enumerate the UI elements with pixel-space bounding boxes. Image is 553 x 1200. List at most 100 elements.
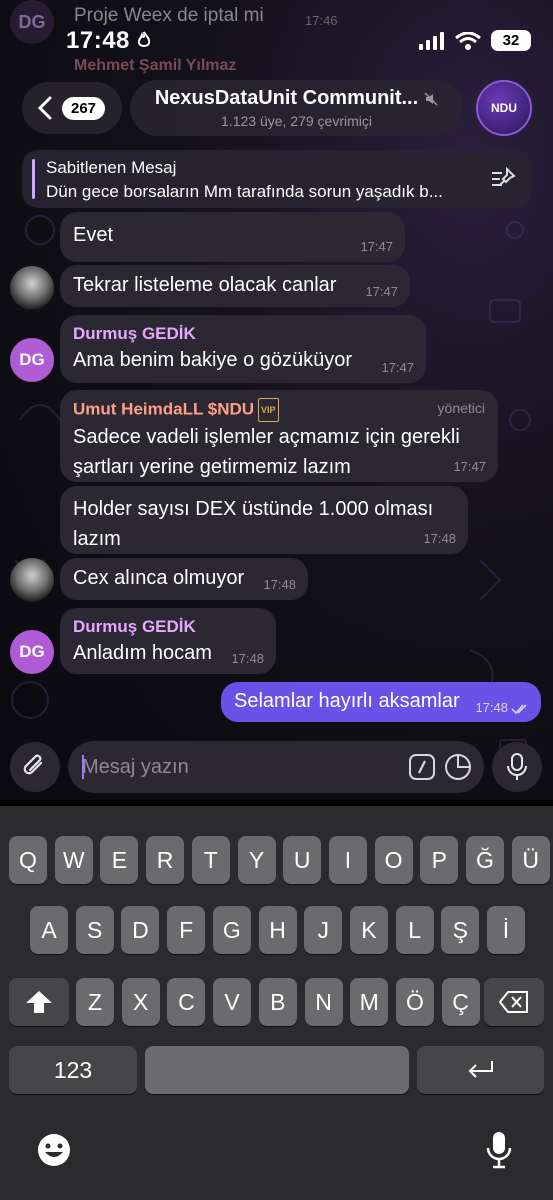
return-icon xyxy=(468,1061,493,1078)
sticker-icon[interactable] xyxy=(444,753,472,781)
signal-icon xyxy=(419,31,444,50)
message-text: Sadece vadeli işlemler açmamız için gere… xyxy=(73,422,485,482)
emoji-icon[interactable] xyxy=(36,1132,72,1168)
key-e[interactable]: E xyxy=(100,836,139,884)
pinned-label: Sabitlenen Mesaj xyxy=(46,158,177,177)
message-bubble[interactable]: Umut HeimdaLL $NDU VIP yönetici Sadece va… xyxy=(60,390,498,482)
message-sender[interactable]: Durmuş GEDİK xyxy=(73,323,413,345)
key-y[interactable]: Y xyxy=(237,836,276,884)
key-ğ[interactable]: Ğ xyxy=(466,836,504,884)
key-b[interactable]: B xyxy=(258,978,297,1026)
shift-arrow-icon xyxy=(26,991,52,1013)
key-ş[interactable]: Ş xyxy=(441,906,480,954)
key-a[interactable]: A xyxy=(30,906,68,954)
chevron-left-icon xyxy=(37,96,52,120)
message-bubble[interactable]: Holder sayısı DEX üstünde 1.000 olması l… xyxy=(60,486,468,554)
battery-indicator: 32 xyxy=(491,30,531,51)
message-line: Sadece vadeli işlemler açmamız için gere… xyxy=(73,426,460,448)
message-line: lazım xyxy=(73,528,121,550)
microphone-icon xyxy=(507,753,527,780)
pinned-message[interactable]: Sabitlenen Mesaj Dün gece borsaların Mm … xyxy=(22,150,532,208)
dictation-icon[interactable] xyxy=(486,1130,512,1170)
microphone-button[interactable] xyxy=(492,742,542,792)
key-p[interactable]: P xyxy=(420,836,459,884)
message-text: Evet xyxy=(73,224,114,246)
key-ö[interactable]: Ö xyxy=(395,978,434,1026)
chat-title-bar[interactable]: NexusDataUnit Communit... 1.123 üye, 279… xyxy=(130,80,463,136)
key-k[interactable]: K xyxy=(349,906,388,954)
message-line: Holder sayısı DEX üstünde 1.000 olması xyxy=(73,498,434,520)
key-m[interactable]: M xyxy=(350,978,389,1026)
group-avatar[interactable]: NDU xyxy=(476,80,532,136)
key-w[interactable]: W xyxy=(54,836,93,884)
key-t[interactable]: T xyxy=(191,836,230,884)
key-d[interactable]: D xyxy=(121,906,160,954)
key-v[interactable]: V xyxy=(213,978,252,1026)
pin-list-icon[interactable] xyxy=(490,167,516,191)
key-f[interactable]: F xyxy=(167,906,206,954)
paperclip-icon xyxy=(23,754,43,775)
avatar[interactable] xyxy=(10,558,54,602)
message-time: 17:48 xyxy=(423,531,456,546)
message-time: 17:47 xyxy=(381,360,414,375)
message-input-field[interactable] xyxy=(68,741,484,793)
shift-key[interactable] xyxy=(9,978,69,1026)
clock: 17:48 xyxy=(66,27,130,54)
attach-button[interactable] xyxy=(10,742,60,792)
flame-icon xyxy=(137,31,151,47)
avatar[interactable]: DG xyxy=(10,630,54,674)
return-key[interactable] xyxy=(417,1046,544,1094)
message-sender[interactable]: Umut HeimdaLL $NDU VIP xyxy=(73,398,485,422)
pinned-indicator-bar xyxy=(32,159,35,199)
unread-count-badge: 267 xyxy=(62,96,106,120)
key-n[interactable]: N xyxy=(304,978,343,1026)
key-ü[interactable]: Ü xyxy=(511,836,550,884)
message-text: Cex alınca olmuyor xyxy=(73,567,245,589)
double-check-icon xyxy=(511,703,527,714)
message-time: 17:47 xyxy=(453,459,486,474)
vip-badge: VIP xyxy=(258,398,279,422)
keyboard-bottom-bar xyxy=(0,1108,553,1200)
space-key[interactable] xyxy=(145,1046,409,1094)
sender-name: Umut HeimdaLL $NDU xyxy=(73,399,255,419)
key-z[interactable]: Z xyxy=(76,978,114,1026)
back-button[interactable]: 267 xyxy=(22,82,122,134)
outgoing-message-bubble[interactable]: Selamlar hayırlı aksamlar 17:48 xyxy=(221,682,541,722)
message-bubble[interactable]: Tekrar listeleme olacak canlar 17:47 xyxy=(60,265,410,307)
key-s[interactable]: S xyxy=(75,906,114,954)
avatar[interactable]: DG xyxy=(10,338,54,382)
avatar[interactable] xyxy=(10,266,54,310)
command-icon[interactable] xyxy=(408,753,436,781)
key-c[interactable]: C xyxy=(167,978,206,1026)
message-time: 17:48 xyxy=(263,577,296,592)
key-i̇[interactable]: İ xyxy=(487,906,525,954)
message-text: Holder sayısı DEX üstünde 1.000 olması l… xyxy=(73,494,455,554)
key-j[interactable]: J xyxy=(304,906,343,954)
message-bubble[interactable]: Evet 17:47 xyxy=(60,212,405,262)
wifi-icon xyxy=(455,31,481,50)
key-l[interactable]: L xyxy=(395,906,434,954)
key-u[interactable]: U xyxy=(283,836,322,884)
message-sender[interactable]: Durmuş GEDİK xyxy=(73,616,263,638)
numbers-key[interactable]: 123 xyxy=(9,1046,137,1094)
mute-icon xyxy=(424,91,438,106)
message-bubble[interactable]: Durmuş GEDİK Anladım hocam 17:48 xyxy=(60,608,276,674)
message-bubble[interactable]: Durmuş GEDİK Ama benim bakiye o gözüküyo… xyxy=(60,315,426,383)
message-line: şartları yerine getirmemiz lazım xyxy=(73,456,351,478)
key-x[interactable]: X xyxy=(121,978,160,1026)
message-input[interactable] xyxy=(82,741,392,793)
key-o[interactable]: O xyxy=(374,836,413,884)
key-ç[interactable]: Ç xyxy=(441,978,480,1026)
message-time: 17:48 xyxy=(231,651,264,666)
key-i[interactable]: I xyxy=(328,836,367,884)
status-icons: 32 xyxy=(419,30,531,51)
backspace-key[interactable] xyxy=(484,978,544,1026)
key-q[interactable]: Q xyxy=(9,836,47,884)
key-g[interactable]: G xyxy=(212,906,251,954)
message-bubble[interactable]: Cex alınca olmuyor 17:48 xyxy=(60,558,308,600)
text-cursor xyxy=(82,755,84,779)
key-r[interactable]: R xyxy=(146,836,185,884)
key-h[interactable]: H xyxy=(258,906,297,954)
message-time: 17:47 xyxy=(360,239,393,254)
message-time: 17:47 xyxy=(365,284,398,299)
